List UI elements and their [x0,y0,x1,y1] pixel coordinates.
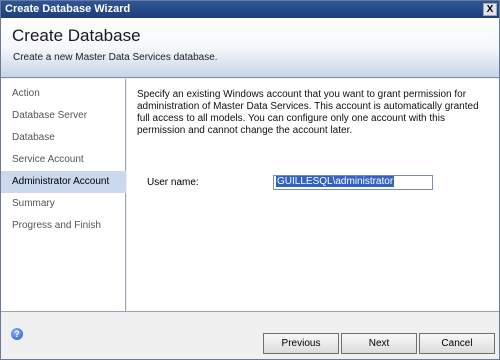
sidebar-item-service-account[interactable]: Service Account [1,149,126,171]
next-label: Next [368,338,390,349]
sidebar-item-label: Database Server [12,110,88,121]
close-icon: X [486,4,494,15]
page-title: Create Database [12,26,141,45]
window-title: Create Database Wizard [5,3,131,15]
sidebar-item-action[interactable]: Action [1,83,126,105]
sidebar-item-label: Service Account [12,154,84,165]
username-label: User name: [147,177,199,188]
wizard-steps-sidebar: Action Database Server Database Service … [1,79,126,311]
sidebar-item-administrator-account[interactable]: Administrator Account [1,171,126,193]
next-button[interactable]: Next [341,333,417,354]
username-value: GUILLESQL\administrator [276,176,395,187]
header-banner: Create Database Create a new Master Data… [1,18,499,78]
sidebar-item-label: Administrator Account [12,176,110,187]
previous-label: Previous [281,338,321,349]
sidebar-item-label: Database [12,132,55,143]
sidebar-item-database-server[interactable]: Database Server [1,105,126,127]
title-bar: Create Database Wizard X [1,1,499,18]
cancel-label: Cancel [441,338,473,349]
main-content: Specify an existing Windows account that… [127,79,499,311]
instructions-text: Specify an existing Windows account that… [137,89,479,136]
page-subtitle: Create a new Master Data Services databa… [13,52,218,63]
sidebar-item-progress-and-finish[interactable]: Progress and Finish [1,215,126,237]
previous-button[interactable]: Previous [263,333,339,354]
button-bar: ? Previous Next Cancel [1,311,499,359]
sidebar-item-summary[interactable]: Summary [1,193,126,215]
sidebar-item-database[interactable]: Database [1,127,126,149]
help-icon[interactable]: ? [11,328,23,340]
close-button[interactable]: X [483,3,497,16]
sidebar-item-label: Summary [12,198,55,209]
cancel-button[interactable]: Cancel [419,333,495,354]
wizard-window: Create Database Wizard X Create Database… [0,0,500,360]
sidebar-item-label: Action [12,88,40,99]
sidebar-item-label: Progress and Finish [12,220,101,231]
username-input[interactable]: GUILLESQL\administrator [273,175,433,190]
